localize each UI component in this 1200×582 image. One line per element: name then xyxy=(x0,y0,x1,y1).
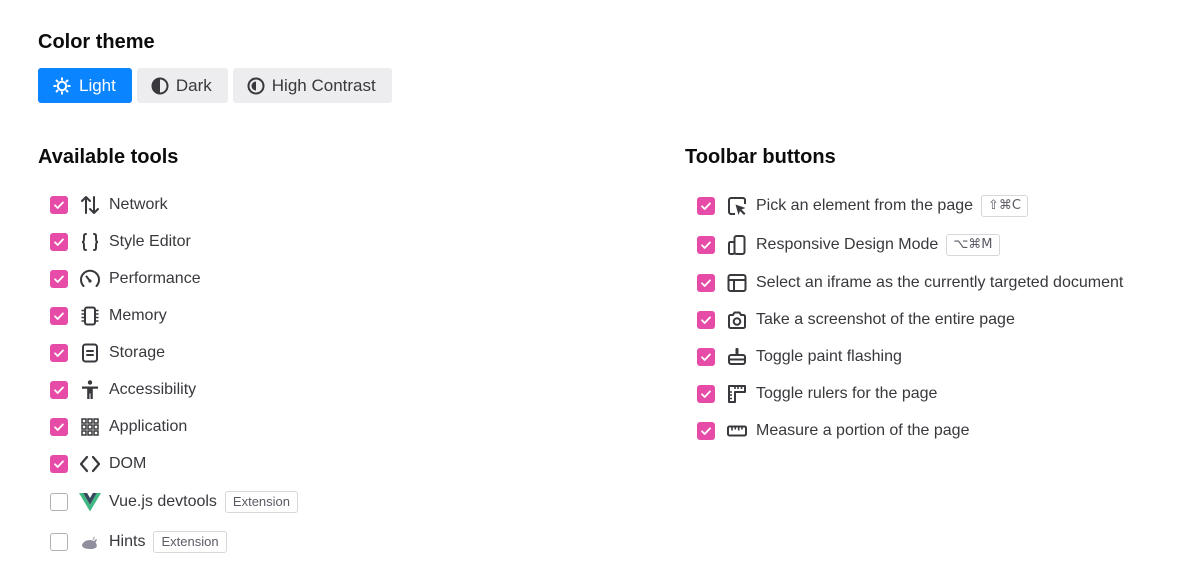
color-theme-selector: Light Dark High Contrast xyxy=(38,68,392,103)
toolbar-buttons-list: Pick an element from the page ⇧⌘C Respon… xyxy=(697,186,1123,449)
tool-item-performance: Performance xyxy=(50,260,298,297)
toolbar-label: Select an iframe as the currently target… xyxy=(756,273,1124,291)
responsive-devices-icon xyxy=(726,234,748,256)
hints-checkbox[interactable] xyxy=(50,533,68,551)
toolbar-item-screenshot: Take a screenshot of the entire page xyxy=(697,301,1123,338)
tool-label: Style Editor xyxy=(109,232,191,250)
element-picker-icon xyxy=(726,195,748,217)
iframe-icon xyxy=(726,272,748,294)
measure-checkbox[interactable] xyxy=(697,421,715,440)
toolbar-item-responsive-design: Responsive Design Mode ⌥⌘M xyxy=(697,225,1123,264)
angle-brackets-icon xyxy=(79,453,101,475)
select-iframe-checkbox[interactable] xyxy=(697,273,715,292)
vuejs-devtools-checkbox[interactable] xyxy=(50,493,68,511)
tool-item-style-editor: Style Editor xyxy=(50,223,298,260)
toolbar-label: Measure a portion of the page xyxy=(756,421,970,439)
tool-item-hints: Hints Extension xyxy=(50,522,298,562)
screenshot-checkbox[interactable] xyxy=(697,310,715,329)
tool-label: Accessibility xyxy=(109,380,197,398)
keyboard-shortcut: ⌥⌘M xyxy=(946,233,1000,256)
tool-item-application: Application xyxy=(50,408,298,445)
toolbar-item-paint-flashing: Toggle paint flashing xyxy=(697,338,1123,375)
tool-label: Vue.js devtools xyxy=(109,493,217,510)
tool-item-memory: Memory xyxy=(50,297,298,334)
color-theme-heading: Color theme xyxy=(38,31,155,53)
tool-item-network: Network xyxy=(50,186,298,223)
available-tools-list: Network Style Editor Performance Memory … xyxy=(50,186,299,562)
network-checkbox[interactable] xyxy=(50,195,68,214)
memory-chip-icon xyxy=(79,305,101,327)
hints-logo-icon xyxy=(79,531,101,553)
available-tools-heading: Available tools xyxy=(38,146,179,168)
toolbar-label: Toggle rulers for the page xyxy=(756,384,938,402)
grid-dots-icon xyxy=(79,416,101,438)
rulers-checkbox[interactable] xyxy=(697,384,715,403)
toolbar-label: Toggle paint flashing xyxy=(756,347,902,365)
storage-icon xyxy=(79,342,101,364)
rulers-icon xyxy=(726,383,748,405)
paint-flashing-checkbox[interactable] xyxy=(697,347,715,366)
tool-label: Hints xyxy=(109,533,146,550)
theme-high-contrast-label: High Contrast xyxy=(271,75,376,95)
gauge-icon xyxy=(79,268,101,290)
tool-label: DOM xyxy=(109,454,147,472)
toolbar-buttons-heading: Toolbar buttons xyxy=(685,146,836,168)
paint-flashing-icon xyxy=(726,346,748,368)
tool-label: Application xyxy=(109,417,188,435)
toolbar-item-select-iframe: Select an iframe as the currently target… xyxy=(697,264,1123,301)
tool-label: Storage xyxy=(109,343,166,361)
theme-high-contrast-button[interactable]: High Contrast xyxy=(232,68,392,103)
extension-badge: Extension xyxy=(224,491,299,513)
theme-dark-button[interactable]: Dark xyxy=(136,68,228,103)
tool-label: Memory xyxy=(109,306,167,324)
measure-ruler-icon xyxy=(726,420,748,442)
memory-checkbox[interactable] xyxy=(50,306,68,325)
theme-dark-label: Dark xyxy=(175,75,212,95)
style-editor-checkbox[interactable] xyxy=(50,232,68,251)
tool-item-storage: Storage xyxy=(50,334,298,371)
network-arrows-icon xyxy=(79,194,101,216)
storage-checkbox[interactable] xyxy=(50,343,68,362)
toolbar-label: Responsive Design Mode xyxy=(756,235,939,253)
theme-light-button[interactable]: Light xyxy=(38,68,132,103)
responsive-design-checkbox[interactable] xyxy=(697,235,715,254)
tool-item-accessibility: Accessibility xyxy=(50,371,298,408)
pick-element-checkbox[interactable] xyxy=(697,196,715,215)
theme-light-label: Light xyxy=(79,75,116,95)
extension-badge: Extension xyxy=(153,531,227,553)
vue-logo-icon xyxy=(79,491,101,513)
tool-item-vuejs-devtools: Vue.js devtools Extension xyxy=(50,482,299,522)
half-moon-icon xyxy=(151,77,169,95)
accessibility-person-icon xyxy=(79,379,101,401)
toolbar-label: Pick an element from the page xyxy=(756,196,974,214)
keyboard-shortcut: ⇧⌘C xyxy=(981,194,1028,217)
contrast-icon xyxy=(247,77,265,95)
toolbar-item-measure: Measure a portion of the page xyxy=(697,412,1123,449)
performance-checkbox[interactable] xyxy=(50,269,68,288)
curly-braces-icon xyxy=(79,231,101,253)
tool-label: Performance xyxy=(109,269,201,287)
accessibility-checkbox[interactable] xyxy=(50,380,68,399)
toolbar-item-pick-element: Pick an element from the page ⇧⌘C xyxy=(697,186,1123,225)
toolbar-label: Take a screenshot of the entire page xyxy=(756,310,1015,328)
tool-label: Network xyxy=(109,195,168,213)
toolbar-item-rulers: Toggle rulers for the page xyxy=(697,375,1123,412)
tool-item-dom: DOM xyxy=(50,445,298,482)
application-checkbox[interactable] xyxy=(50,417,68,436)
sun-icon xyxy=(52,76,72,96)
dom-checkbox[interactable] xyxy=(50,454,68,473)
camera-icon xyxy=(726,309,748,331)
